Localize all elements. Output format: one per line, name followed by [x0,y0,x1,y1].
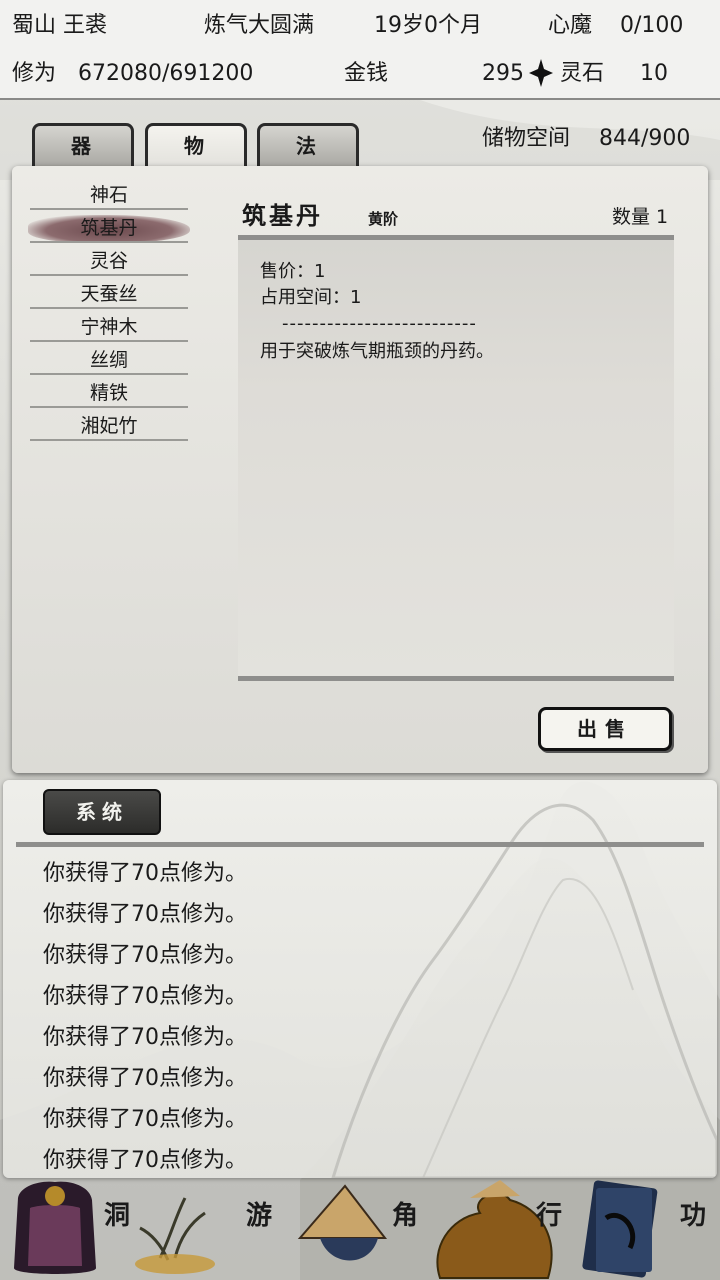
log-entry: 你获得了70点修为。 [43,902,247,927]
storage-capacity: 储物空间 844/900 [482,124,690,154]
system-log-panel: 系统 你获得了70点修为。 你获得了70点修为。 你获得了70点修为。 你获得了… [3,780,717,1178]
item-list-entry[interactable]: 神石 [30,180,188,210]
log-divider [16,842,704,847]
sell-button[interactable]: 出售 [538,707,672,751]
log-entry: 你获得了70点修为。 [43,1025,247,1050]
item-description: 用于突破炼气期瓶颈的丹药。 [260,341,494,362]
tab-techniques[interactable]: 法 [257,123,359,167]
cultivation-label: 修为 [12,61,57,86]
item-space: 占用空间：1 [260,287,362,308]
money-label: 金钱 [344,61,389,86]
item-list-entry-selected[interactable]: 筑基丹 [30,213,188,243]
item-description-box: 售价：1 占用空间：1 -------------------------- 用… [238,235,674,681]
log-entry: 你获得了70点修为。 [43,1066,247,1091]
demon-label: 心魔 [548,13,593,38]
spirit-stone-value: 10 [640,61,668,86]
item-list-entry[interactable]: 天蚕丝 [30,279,188,309]
inventory-panel: 神石 筑基丹 灵谷 天蚕丝 宁神木 丝绸 精铁 湘妃竹 筑基丹 黄阶 数量 1 … [12,166,708,773]
age-label: 19岁0个月 [374,13,482,38]
item-pouch-icon[interactable] [436,1180,553,1279]
spirit-stone-icon [529,59,553,87]
storage-label: 储物空间 [482,126,571,151]
location-name: 蜀山 王裘 [12,13,107,38]
money-value: 295 [482,61,524,86]
item-list-entry[interactable]: 精铁 [30,378,188,408]
character-bag-icon[interactable] [14,1181,96,1274]
nav-action-label[interactable]: 行 [536,1195,562,1232]
realm-label: 炼气大圆满 [204,13,315,38]
demon-value: 0/100 [620,13,684,38]
log-entry: 你获得了70点修为。 [43,1107,247,1132]
book-icon[interactable] [582,1180,658,1278]
item-title: 筑基丹 [242,201,323,230]
separator-line: -------------------------- [282,313,477,334]
item-list-entry[interactable]: 宁神木 [30,312,188,342]
nav-skill-label[interactable]: 功 [680,1195,706,1232]
nav-cave-label[interactable]: 洞 [104,1195,130,1232]
spirit-stone-label: 灵石 [560,61,605,86]
status-header: 蜀山 王裘 炼气大圆满 19岁0个月 心魔 0/100 修为 672080/69… [0,0,720,100]
item-grade: 黄阶 [368,210,399,228]
nav-character-label[interactable]: 角 [392,1195,418,1232]
log-entry: 你获得了70点修为。 [43,984,247,1009]
item-quantity: 数量 1 [612,206,669,228]
log-entry: 你获得了70点修为。 [43,943,247,968]
tab-equipment[interactable]: 器 [32,123,134,167]
item-list-entry[interactable]: 湘妃竹 [30,411,188,441]
cultivation-value: 672080/691200 [78,61,254,86]
log-entry: 你获得了70点修为。 [43,861,247,886]
log-entry: 你获得了70点修为。 [43,1148,247,1173]
orchid-icon[interactable] [135,1197,215,1274]
item-list-entry[interactable]: 灵谷 [30,246,188,276]
storage-value: 844/900 [599,126,691,151]
straw-hat-icon[interactable] [297,1184,388,1261]
nav-travel-label[interactable]: 游 [246,1195,272,1232]
item-price: 售价：1 [260,261,326,282]
tab-items[interactable]: 物 [145,123,247,169]
tab-system[interactable]: 系统 [43,789,161,835]
item-list-entry[interactable]: 丝绸 [30,345,188,375]
